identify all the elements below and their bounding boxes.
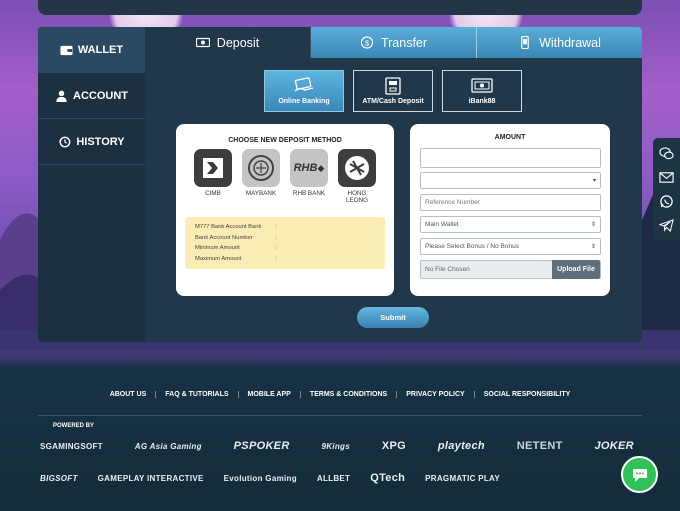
sidebar-item-account[interactable]: ACCOUNT [38,73,145,119]
footer-link-social[interactable]: SOCIAL RESPONSIBILITY [475,391,580,398]
user-icon [56,90,67,102]
deposit-method-title: CHOOSE NEW DEPOSIT METHOD [228,137,342,144]
chat-icon [632,468,647,482]
top-bar [38,0,642,15]
provider-logo: AG Asia Gaming [134,441,202,451]
transfer-icon: $ [360,36,374,49]
provider-logos-row-2: BIGSOFT GAMEPLAY INTERACTIVE Evolution G… [40,472,500,484]
powered-by-label: POWERED BY [53,423,95,429]
bonus-select[interactable]: Please Select Bonus / No Bonus ⇕ [420,238,601,255]
file-input[interactable]: No File Chosen Upload File [420,260,601,279]
ibank-icon [471,78,493,93]
reference-number-input[interactable]: Reference Number [420,194,601,211]
tab-transfer[interactable]: $ Transfer [311,27,477,58]
cimb-logo-icon [194,149,232,187]
bank-select[interactable]: ▾ [420,172,601,189]
provider-logos-row-1: SGAMINGSOFT AG Asia Gaming PSPOKER 9King… [40,440,640,452]
footer-link-privacy[interactable]: PRIVACY POLICY [397,391,475,398]
method-atm-cash[interactable]: ATM/Cash Deposit [353,70,433,112]
cash-icon [195,37,210,48]
bank-info-box: M777 Bank Account Bank: Bank Account Num… [185,217,385,269]
footer-link-mobile-app[interactable]: MOBILE APP [239,391,301,398]
info-row: M777 Bank Account Bank: [195,224,277,230]
atm-icon [385,77,401,95]
method-label: iBank88 [468,98,496,105]
provider-logo: NETENT [516,440,563,452]
bank-list: CIMB MAYBANK RHB ◆ RHB BANK HONG LEONG [176,149,394,204]
wallet-select[interactable]: Main Wallet ⇕ [420,216,601,233]
telegram-icon[interactable] [659,218,674,233]
footer-divider [38,415,642,416]
sidebar-item-wallet[interactable]: WALLET [38,27,145,73]
provider-logo: PSPOKER [233,440,290,452]
chevron-down-icon: ⇕ [590,244,596,250]
bank-name: RHB BANK [292,190,326,197]
provider-logo: JOKER [594,440,634,452]
bank-maybank[interactable]: MAYBANK [242,149,280,204]
footer-link-terms[interactable]: TERMS & CONDITIONS [301,391,398,398]
provider-logo: ALLBET [316,473,351,483]
wallet-panel: WALLET ACCOUNT HISTORY Deposit $ Transfe… [38,27,642,342]
sidebar-item-label: ACCOUNT [73,89,128,102]
sidebar: WALLET ACCOUNT HISTORY [38,27,145,342]
wechat-icon[interactable] [659,146,674,161]
info-row: Maximum Amount: [195,255,277,262]
svg-text:$: $ [365,38,369,47]
tab-label: Withdrawal [539,35,601,50]
footer-link-about[interactable]: ABOUT US [101,391,157,398]
tab-deposit[interactable]: Deposit [145,27,311,58]
history-icon [59,136,71,147]
chevron-down-icon: ⇕ [590,222,596,228]
bank-hong-leong[interactable]: HONG LEONG [338,149,376,204]
online-banking-icon [294,77,314,92]
maybank-logo-icon [242,149,280,187]
hong-leong-logo-icon [338,149,376,187]
provider-logo: GAMEPLAY INTERACTIVE [97,473,204,483]
live-chat-button[interactable] [621,456,658,493]
tab-label: Transfer [380,35,428,50]
provider-logo: Evolution Gaming [223,473,297,483]
sidebar-item-label: HISTORY [76,135,125,148]
sidebar-item-history[interactable]: HISTORY [38,119,145,165]
floating-contact-bar [653,138,680,240]
email-icon[interactable] [659,170,674,185]
chevron-down-icon: ▾ [592,178,596,184]
bank-name: HONG LEONG [345,190,369,204]
provider-logo: BIGSOFT [40,473,78,483]
method-ibank88[interactable]: iBank88 [442,70,522,112]
amount-card: AMOUNT ▾ Reference Number Main Wallet ⇕ P… [410,124,610,296]
whatsapp-icon[interactable] [659,194,674,209]
method-label: Online Banking [278,98,330,105]
submit-button[interactable]: Submit [357,307,429,328]
tab-label: Deposit [216,35,260,50]
provider-logo: PRAGMATIC PLAY [425,473,500,483]
method-label: ATM/Cash Deposit [362,98,424,105]
phone-icon [521,36,529,49]
provider-logo: QTech [370,472,406,484]
info-row: Minimum Amount: [195,245,277,251]
sidebar-item-label: WALLET [77,43,124,56]
method-online-banking[interactable]: Online Banking [264,70,344,112]
wallet-icon [60,45,73,55]
rhb-logo-icon: RHB ◆ [290,149,328,187]
bank-name: CIMB [205,190,221,197]
amount-input[interactable] [420,148,601,168]
deposit-method-card: CHOOSE NEW DEPOSIT METHOD CIMB MAYBANK R… [176,124,394,296]
tab-withdrawal[interactable]: Withdrawal [477,27,642,58]
provider-logo: SGAMINGSOFT [40,441,103,451]
tab-bar: Deposit $ Transfer Withdrawal [145,27,642,58]
provider-logo: XPG [381,440,406,452]
deposit-methods: Online Banking ATM/Cash Deposit iBank88 [264,70,522,112]
info-row: Bank Account Number: [195,234,277,241]
amount-title: AMOUNT [494,134,526,141]
footer-links: ABOUT US FAQ & TUTORIALS MOBILE APP TERM… [0,391,680,398]
bank-name: MAYBANK [245,190,277,197]
upload-file-button[interactable]: Upload File [552,260,600,279]
bank-cimb[interactable]: CIMB [194,149,232,204]
provider-logo: 9Kings [321,441,350,451]
provider-logo: playtech [437,440,485,452]
content-area: Deposit $ Transfer Withdrawal Online Ban… [145,27,642,342]
footer-link-faq[interactable]: FAQ & TUTORIALS [156,391,239,398]
bank-rhb[interactable]: RHB ◆ RHB BANK [290,149,328,204]
